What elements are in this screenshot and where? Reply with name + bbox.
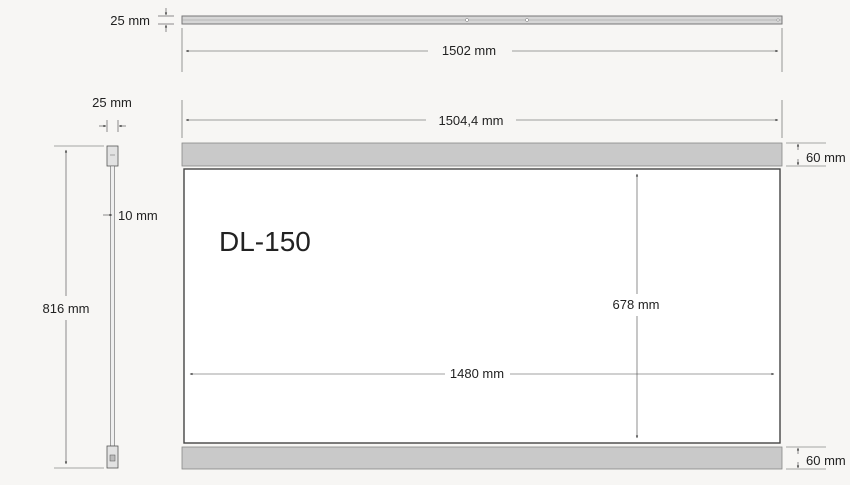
profile-top-cap [106, 145, 119, 167]
rail-length-label: 1502 mm [442, 43, 496, 58]
rail-height-label: 25 mm [110, 13, 150, 28]
bottom-bar [181, 446, 783, 470]
technical-drawing: 25 mm 1502 mm 25 mm 10 mm 816 mm 1504,4 … [43, 8, 846, 470]
top-rail-view: 25 mm 1502 mm [110, 8, 783, 72]
front-view: 1504,4 mm 60 mm DL-150 678 mm 1480 mm 60… [181, 100, 846, 470]
profile-gap-label: 10 mm [118, 208, 158, 223]
bottom-bar-height-label: 60 mm [806, 453, 846, 468]
display-panel [183, 168, 781, 444]
side-profile-view: 25 mm 10 mm 816 mm [43, 95, 158, 469]
rail-hole [776, 18, 780, 22]
top-bar [181, 142, 783, 167]
top-bar-height-label: 60 mm [806, 150, 846, 165]
total-height-label: 816 mm [43, 301, 90, 316]
model-name: DL-150 [219, 226, 311, 257]
frame-width-label: 1504,4 mm [438, 113, 503, 128]
panel-width-label: 1480 mm [450, 366, 504, 381]
profile-width-label: 25 mm [92, 95, 132, 110]
rail-hole [525, 18, 529, 22]
panel-height-label: 678 mm [613, 297, 660, 312]
profile-stem [110, 165, 115, 447]
rail-hole [465, 18, 469, 22]
